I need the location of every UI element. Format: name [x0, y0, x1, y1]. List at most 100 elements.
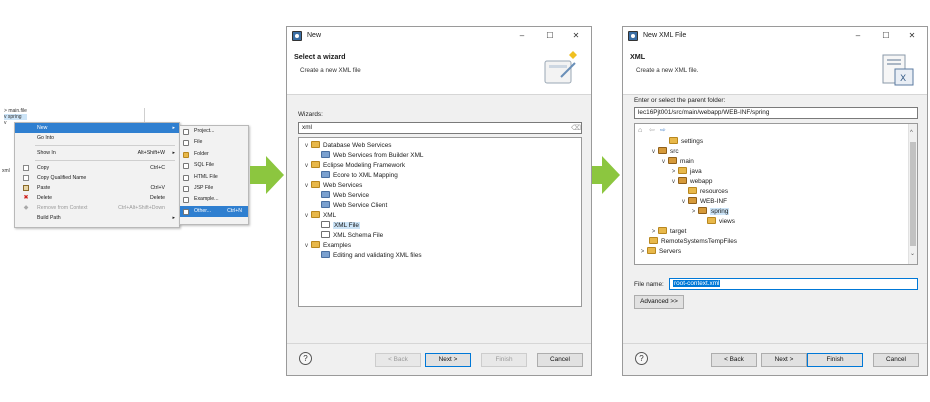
submenu-item-jsp-file[interactable]: JSP File	[180, 183, 248, 194]
submenu-item-sql-file[interactable]: SQL File	[180, 160, 248, 171]
footer-separator	[287, 343, 591, 344]
tree-item[interactable]: v webapp	[669, 177, 712, 187]
menu-item-build-path[interactable]: Build Path ▸	[15, 213, 179, 223]
tree-item[interactable]: > target	[649, 227, 686, 237]
expand-chevron-icon[interactable]: >	[638, 247, 647, 257]
tree-item-spring[interactable]: > spring	[689, 207, 730, 217]
clear-filter-icon[interactable]: ⌫	[571, 124, 581, 132]
expand-chevron-icon[interactable]: >	[689, 207, 698, 217]
parent-folder-input[interactable]: lec16Pjt001/src/main/webapp/WEB-INF/spri…	[634, 107, 918, 119]
tree-item-label: java	[690, 168, 702, 175]
submenu-arrow-icon: ▸	[172, 125, 175, 131]
tree-item[interactable]: settings	[669, 137, 703, 147]
menu-item-label: Go Into	[37, 135, 55, 141]
next-button[interactable]: Next >	[761, 353, 807, 367]
tree-item[interactable]: v Eclipse Modeling Framework	[302, 161, 405, 171]
maximize-icon[interactable]: ☐	[875, 27, 897, 45]
back-button[interactable]: < Back	[375, 353, 421, 367]
minimize-icon[interactable]: –	[847, 27, 869, 45]
tree-item-label: Web Services	[323, 182, 363, 189]
tree-item[interactable]: resources	[688, 187, 728, 197]
tree-item[interactable]: > Servers	[638, 247, 681, 257]
menu-shortcut: Delete	[150, 195, 165, 201]
tree-item[interactable]: v WEB-INF	[679, 197, 727, 207]
next-button[interactable]: Next >	[425, 353, 471, 367]
maximize-icon[interactable]: ☐	[539, 27, 561, 45]
folder-icon	[678, 177, 687, 184]
tree-item[interactable]: v Web Services	[302, 181, 362, 191]
tree-item[interactable]: > java	[669, 167, 702, 177]
folder-icon	[311, 141, 320, 148]
other-wizard-icon	[183, 208, 189, 215]
tree-item[interactable]: Web Services from Builder XML	[321, 151, 423, 161]
expand-chevron-icon[interactable]: v	[649, 147, 658, 157]
scroll-down-icon[interactable]: ⌄	[910, 250, 915, 257]
expand-chevron-icon[interactable]: v	[659, 157, 668, 167]
tree-item[interactable]: Web Service Client	[321, 201, 387, 211]
tree-item-xml-file[interactable]: XML File	[321, 221, 360, 231]
tree-item[interactable]: v XML	[302, 211, 336, 221]
tree-item[interactable]: views	[707, 217, 735, 227]
expand-chevron-icon[interactable]: >	[669, 167, 678, 177]
expand-chevron-icon[interactable]: v	[302, 161, 311, 171]
menu-item-new[interactable]: New ▸	[15, 123, 179, 133]
wizard-banner-icon	[544, 51, 577, 84]
tree-item[interactable]: v src	[649, 147, 679, 157]
tree-item[interactable]: RemoteSystemsTempFiles	[649, 237, 737, 247]
vertical-scrollbar[interactable]: ^ ⌄	[908, 124, 917, 264]
scroll-up-icon[interactable]: ^	[910, 130, 913, 136]
eclipse-icon	[628, 31, 638, 41]
close-icon[interactable]: ✕	[901, 27, 923, 45]
tree-twisty[interactable]: v	[4, 120, 7, 126]
menu-item-go-into[interactable]: Go Into	[15, 133, 179, 143]
submenu-item-other[interactable]: Other... Ctrl+N	[180, 205, 248, 218]
help-icon[interactable]: ?	[299, 352, 312, 365]
scrollbar-thumb[interactable]	[910, 142, 916, 246]
back-nav-icon[interactable]: ⇦	[649, 127, 657, 134]
menu-item-label: Copy	[37, 165, 50, 171]
tree-item[interactable]: XML Schema File	[321, 231, 383, 241]
folder-tree[interactable]: ⌂ ⇦ ⇨ settings v src v main > java v webapp …	[634, 123, 918, 265]
back-button[interactable]: < Back	[711, 353, 757, 367]
close-icon[interactable]: ✕	[565, 27, 587, 45]
tree-item[interactable]: v main	[659, 157, 694, 167]
menu-item-delete[interactable]: ✖ Delete Delete	[15, 193, 179, 203]
submenu-item-folder[interactable]: Folder	[180, 149, 248, 160]
expand-chevron-icon[interactable]: v	[302, 141, 311, 151]
menu-item-paste[interactable]: Paste Ctrl+V	[15, 183, 179, 193]
file-name-input[interactable]: root-context.xml	[669, 278, 918, 290]
submenu-item-html-file[interactable]: HTML File	[180, 172, 248, 183]
minimize-icon[interactable]: –	[511, 27, 533, 45]
expand-chevron-icon[interactable]: >	[649, 227, 658, 237]
tree-item[interactable]: Web Service	[321, 191, 369, 201]
help-icon[interactable]: ?	[635, 352, 648, 365]
menu-item-remove-from-context[interactable]: ◆ Remove from Context Ctrl+Alt+Shift+Dow…	[15, 203, 179, 213]
menu-item-copy-qualified-name[interactable]: Copy Qualified Name	[15, 173, 179, 183]
menu-item-show-in[interactable]: Show In Alt+Shift+W ▸	[15, 148, 179, 158]
finish-button[interactable]: Finish	[807, 353, 863, 367]
wizard-filter-input[interactable]: xml	[298, 122, 582, 134]
tree-item[interactable]: Editing and validating XML files	[321, 251, 422, 261]
advanced-button[interactable]: Advanced >>	[634, 295, 684, 309]
expand-chevron-icon[interactable]: v	[302, 211, 311, 221]
cancel-button[interactable]: Cancel	[873, 353, 919, 367]
expand-chevron-icon[interactable]: v	[302, 181, 311, 191]
tree-item[interactable]: Ecore to XML Mapping	[321, 171, 398, 181]
submenu-item-example[interactable]: Example...	[180, 194, 248, 205]
expand-chevron-icon[interactable]: v	[669, 177, 678, 187]
menu-item-copy[interactable]: Copy Ctrl+C	[15, 163, 179, 173]
expand-chevron-icon[interactable]: v	[302, 241, 311, 251]
tree-item[interactable]: v Examples	[302, 241, 351, 251]
tree-item[interactable]: v Database Web Services	[302, 141, 391, 151]
wizard-tree[interactable]: v Database Web Services Web Services from…	[298, 137, 582, 307]
submenu-item-project[interactable]: Project...	[180, 126, 248, 137]
forward-nav-icon[interactable]: ⇨	[660, 127, 668, 134]
cancel-button[interactable]: Cancel	[537, 353, 583, 367]
menu-item-label: Paste	[37, 185, 51, 191]
menu-shortcut: Ctrl+C	[150, 165, 165, 171]
menu-shortcut: Ctrl+V	[150, 185, 165, 191]
submenu-item-file[interactable]: File	[180, 137, 248, 148]
finish-button[interactable]: Finish	[481, 353, 527, 367]
expand-chevron-icon[interactable]: v	[679, 197, 688, 207]
home-icon[interactable]: ⌂	[638, 127, 646, 134]
